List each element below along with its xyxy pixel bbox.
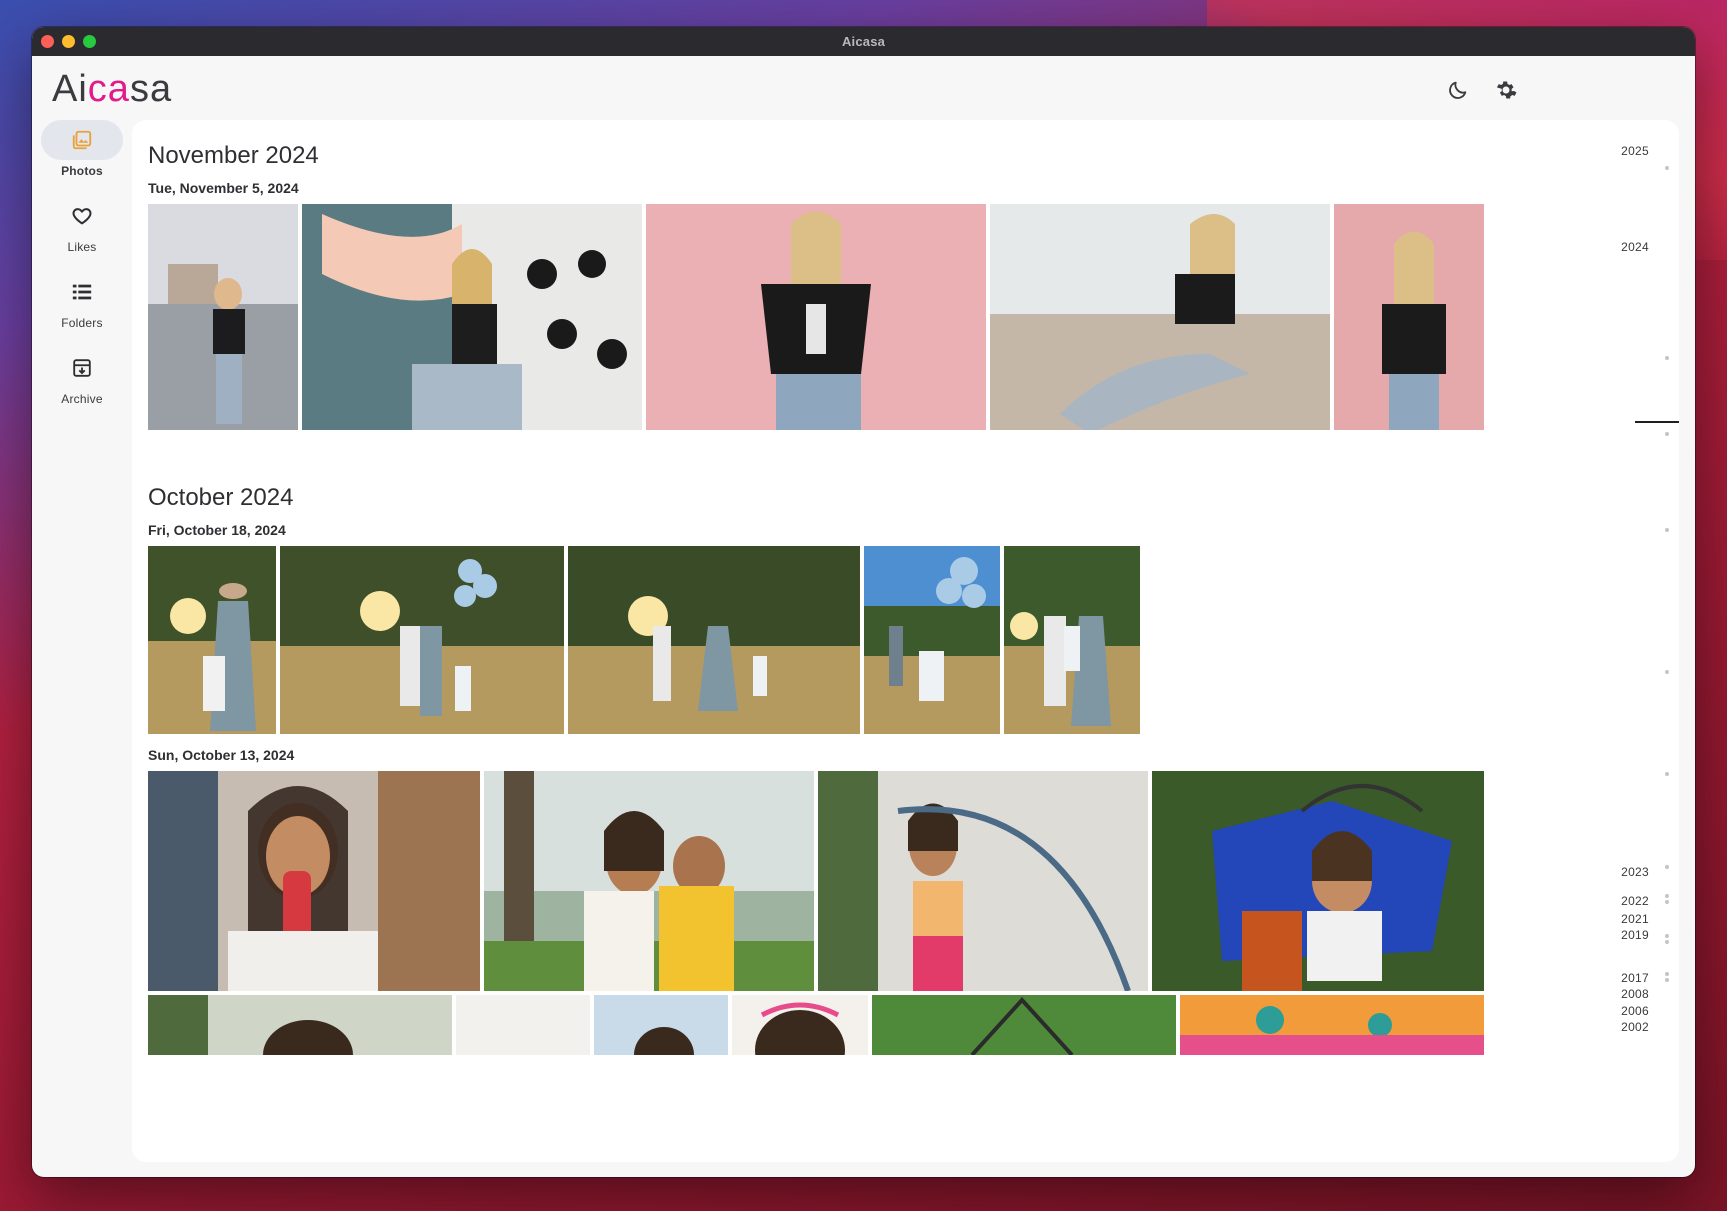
app-bar: Ai ca sa [32,56,1695,120]
maximize-window-button[interactable] [83,35,96,48]
scrubber-year[interactable]: 2019 [1621,928,1649,942]
scrubber-year[interactable]: 2023 [1621,865,1649,879]
scrubber-dot [1665,934,1669,938]
photo-thumbnail[interactable] [484,771,814,991]
photo-thumbnail[interactable] [818,771,1148,991]
day-heading[interactable]: Sun, October 13, 2024 [148,747,294,763]
title-bar: Aicasa [32,27,1695,56]
scrubber-year[interactable]: 2025 [1621,144,1649,158]
scrubber-dot [1665,670,1669,674]
photo-thumbnail[interactable] [594,995,728,1055]
photo-thumbnail[interactable] [148,995,452,1055]
photo-thumbnail[interactable] [646,204,986,430]
scrubber-dot [1665,528,1669,532]
scrubber-year[interactable]: 2006 [1621,1004,1649,1018]
dark-mode-toggle-button[interactable] [1444,76,1472,104]
scrubber-year[interactable]: 2008 [1621,987,1649,1001]
month-heading: November 2024 [148,142,319,169]
sidebar-nav: Photos Likes Folders Archive [32,120,132,424]
scrubber-dot [1665,166,1669,170]
logo-text-accent: ca [87,68,130,110]
scrubber-year[interactable]: 2021 [1621,912,1649,926]
photo-thumbnail[interactable] [990,204,1330,430]
scrubber-dot [1665,894,1669,898]
photo-thumbnail[interactable] [872,995,1176,1055]
photo-thumbnail[interactable] [1152,771,1484,991]
app-logo: Ai ca sa [52,68,172,111]
nav-item-likes[interactable]: Likes [32,196,132,254]
photo-thumbnail[interactable] [148,546,276,734]
photo-timeline[interactable]: November 2024 Tue, November 5, 2024 Octo… [132,120,1679,1162]
photo-thumbnail[interactable] [732,995,868,1055]
scrubber-dot [1665,972,1669,976]
minimize-window-button[interactable] [62,35,75,48]
scrubber-year[interactable]: 2002 [1621,1020,1649,1034]
window-controls [41,35,96,48]
nav-item-archive[interactable]: Archive [32,348,132,406]
scrubber-dot [1665,356,1669,360]
day-heading[interactable]: Fri, October 18, 2024 [148,522,286,538]
scrubber-year[interactable]: 2017 [1621,971,1649,985]
scrubber-dot [1665,432,1669,436]
logo-text-start: Ai [52,68,88,110]
nav-item-photos[interactable]: Photos [32,120,132,178]
list-icon [72,284,92,300]
logo-text-end: sa [129,68,173,110]
photo-thumbnail[interactable] [302,204,642,430]
photo-thumbnail[interactable] [280,546,564,734]
month-heading: October 2024 [148,484,294,511]
scrubber-dot [1665,772,1669,776]
settings-button[interactable] [1492,76,1520,104]
photo-thumbnail[interactable] [148,204,298,430]
nav-item-folders[interactable]: Folders [32,272,132,330]
scrubber-dot [1665,900,1669,904]
scrubber-dot [1665,940,1669,944]
photo-thumbnail[interactable] [1004,546,1140,734]
heart-icon [72,208,92,225]
photo-thumbnail[interactable] [1180,995,1484,1055]
scrubber-dot [1665,978,1669,982]
photo-thumbnail[interactable] [1334,204,1484,430]
scrubber-year[interactable]: 2024 [1621,240,1649,254]
photo-thumbnail[interactable] [148,771,480,991]
photo-thumbnail[interactable] [864,546,1000,734]
close-window-button[interactable] [41,35,54,48]
photos-icon [72,130,92,150]
timeline-scrubber[interactable]: 2025 2024 2023 2022 2021 2019 2017 2008 … [1589,120,1679,1162]
gear-icon [1496,81,1517,99]
scrubber-position-indicator[interactable] [1635,421,1679,423]
app-window: Aicasa Ai ca sa Photos Likes Folders Arc… [32,27,1695,1177]
photo-thumbnail[interactable] [568,546,860,734]
scrubber-dot [1665,865,1669,869]
scrubber-year[interactable]: 2022 [1621,894,1649,908]
day-heading[interactable]: Tue, November 5, 2024 [148,180,299,196]
archive-icon [73,359,91,377]
window-title: Aicasa [841,34,886,49]
moon-icon [1449,81,1467,99]
photo-thumbnail[interactable] [456,995,590,1055]
